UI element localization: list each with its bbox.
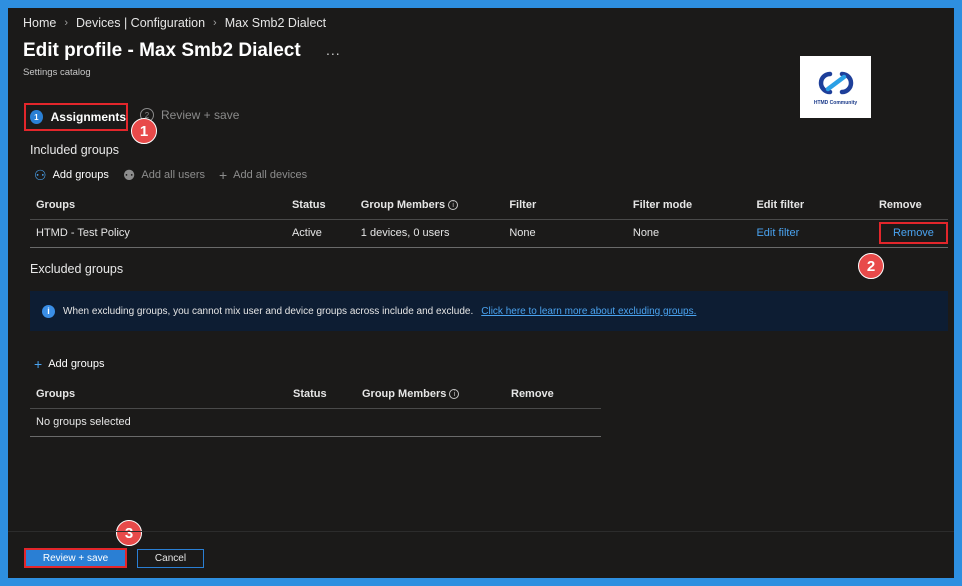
included-groups-table: Groups Status Group Members i Filter Filt… [30,191,948,248]
table-header-row: Groups Status Group Members i Remove [30,380,601,409]
add-all-users-button[interactable]: ⚉ Add all users [123,168,205,182]
breadcrumb-home[interactable]: Home [23,16,56,30]
footer-divider [8,531,954,532]
add-all-devices-button[interactable]: + Add all devices [219,168,307,182]
excluded-toolbar: + Add groups [34,357,104,371]
step-label: Review + save [161,108,240,122]
table-header-row: Groups Status Group Members i Filter Filt… [30,191,948,220]
column-header-group-members[interactable]: Group Members i [356,380,505,409]
column-header-edit-filter[interactable]: Edit filter [750,191,873,220]
excluded-groups-heading: Excluded groups [30,262,124,276]
htmd-community-logo: HTMD Community [800,56,871,118]
info-banner-text: When excluding groups, you cannot mix us… [63,305,474,317]
htmd-logo-icon [818,71,853,95]
included-groups-heading: Included groups [30,143,119,157]
group-filter: None [503,219,627,248]
column-header-status[interactable]: Status [285,191,355,220]
add-excluded-groups-button[interactable]: + Add groups [34,357,104,371]
add-groups-button[interactable]: ⚇ Add groups [34,168,109,182]
column-header-label: Group Members [362,387,447,400]
cancel-button[interactable]: Cancel [137,549,204,568]
group-name: HTMD - Test Policy [30,219,286,248]
edit-filter-link[interactable]: Edit filter [756,227,799,239]
group-filter-mode: None [626,219,751,248]
empty-state-text: No groups selected [30,408,601,437]
chevron-right-icon: › [213,17,217,29]
more-options-button[interactable]: ... [326,42,341,58]
add-groups-label: Add groups [52,169,109,181]
add-all-devices-label: Add all devices [233,169,308,181]
step-label: Assignments [50,110,126,124]
logo-text: HTMD Community [813,100,858,106]
plus-icon: + [34,356,43,372]
step-review-save[interactable]: 2 Review + save [140,108,239,122]
excluded-groups-table: Groups Status Group Members i Remove No g… [30,380,601,437]
people-icon: ⚉ [122,167,136,183]
chevron-right-icon: › [64,17,69,29]
review-save-button[interactable]: Review + save [24,548,127,568]
remove-group-link[interactable]: Remove [878,222,948,244]
column-header-groups[interactable]: Groups [30,380,287,409]
info-icon[interactable]: i [448,199,459,210]
column-header-label: Group Members [360,198,446,211]
learn-more-link[interactable]: Click here to learn more about excluding… [481,306,696,317]
page-title: Edit profile - Max Smb2 Dialect [23,40,301,61]
info-icon: i [42,304,55,318]
exclusion-info-banner: i When excluding groups, you cannot mix … [30,291,948,331]
edit-profile-page: Home › Devices | Configuration › Max Smb… [8,8,954,578]
add-person-icon: ⚇ [34,167,47,183]
plus-icon: + [218,167,228,183]
info-icon[interactable]: i [449,388,460,399]
breadcrumb: Home › Devices | Configuration › Max Smb… [23,16,326,30]
callout-badge: 3 [116,520,142,546]
column-header-remove[interactable]: Remove [505,380,601,409]
column-header-status[interactable]: Status [287,380,356,409]
column-header-filter[interactable]: Filter [503,191,627,220]
included-toolbar: ⚇ Add groups ⚉ Add all users + Add all d… [34,168,307,182]
column-header-remove[interactable]: Remove [872,191,948,220]
column-header-groups[interactable]: Groups [30,191,286,220]
callout-badge: 2 [858,253,884,279]
table-row[interactable]: HTMD - Test Policy Active 1 devices, 0 u… [30,219,948,248]
group-members: 1 devices, 0 users [354,219,504,248]
add-all-users-label: Add all users [141,169,205,181]
column-header-group-members[interactable]: Group Members i [354,191,504,220]
breadcrumb-devices-configuration[interactable]: Devices | Configuration [76,16,205,30]
breadcrumb-profile[interactable]: Max Smb2 Dialect [225,16,326,30]
page-subtitle: Settings catalog [23,67,91,78]
step-number: 1 [30,110,43,124]
column-header-filter-mode[interactable]: Filter mode [626,191,751,220]
callout-badge: 1 [131,118,157,144]
add-groups-label: Add groups [48,358,105,370]
table-row: No groups selected [30,408,601,437]
step-assignments[interactable]: 1 Assignments [24,103,128,131]
group-status: Active [285,219,355,248]
